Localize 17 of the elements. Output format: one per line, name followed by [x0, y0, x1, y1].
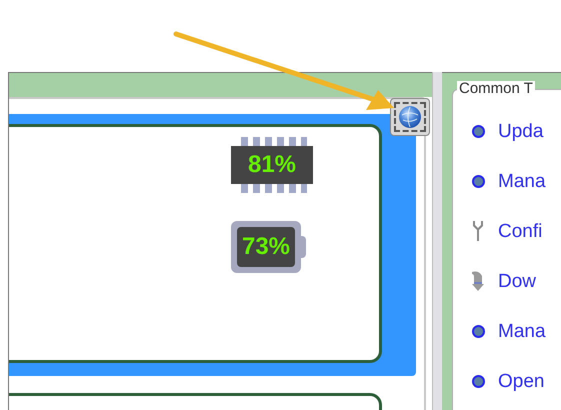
task-link[interactable]: Upda [498, 122, 544, 140]
task-link[interactable]: Confi [498, 222, 542, 240]
wrench-icon [472, 220, 484, 242]
task-link[interactable]: Mana [498, 322, 546, 340]
globe-button[interactable] [390, 98, 430, 136]
battery-level: 73% [242, 235, 290, 259]
task-link[interactable]: Dow [498, 272, 536, 290]
bullet-icon [472, 324, 484, 338]
bullet-icon [472, 174, 484, 188]
task-link[interactable]: Open [498, 372, 544, 390]
globe-icon [398, 105, 422, 129]
download-icon [471, 270, 485, 292]
task-link[interactable]: Mana [498, 172, 546, 190]
group-title: Common T [457, 81, 535, 96]
bullet-icon [472, 124, 484, 138]
cpu-usage: 81% [248, 153, 296, 177]
bullet-icon [472, 374, 484, 388]
